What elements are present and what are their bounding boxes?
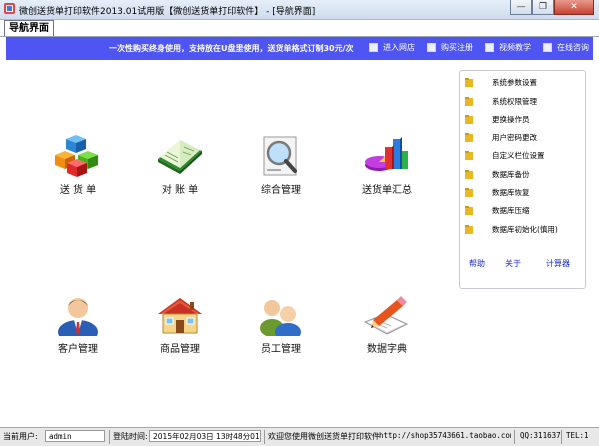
user-value: admin: [45, 430, 105, 442]
nav-label: 对 账 单: [161, 185, 199, 196]
checkbox-icon: [369, 43, 378, 52]
nav-customer-management[interactable]: 客户管理: [33, 294, 123, 355]
staff-icon: [260, 300, 301, 336]
nav-label: 员工管理: [261, 344, 301, 355]
calculator-link[interactable]: 计算器: [546, 258, 570, 269]
setting-custom-columns[interactable]: 自定义栏位设置: [465, 148, 545, 162]
tab-navigation[interactable]: 导航界面: [4, 20, 54, 36]
link-shop[interactable]: 进入网店: [369, 42, 415, 53]
setting-db-backup[interactable]: 数据库备份: [465, 167, 530, 181]
login-time-value: 2015年02月03日 13时48分01秒: [149, 430, 261, 442]
folder-icon: [465, 169, 473, 179]
setting-db-restore[interactable]: 数据库恢复: [465, 185, 530, 199]
shop-url: http://shop35743661.taobao.com: [379, 431, 511, 440]
house-icon: [158, 298, 202, 334]
folder-icon: [465, 96, 473, 106]
login-time-label: 登陆时间:: [113, 432, 148, 441]
tab-bar: 导航界面: [0, 20, 599, 37]
about-link[interactable]: 关于: [505, 258, 521, 269]
restore-button[interactable]: ❐: [532, 0, 554, 15]
phone-number: TEL:1: [566, 431, 589, 440]
setting-change-password[interactable]: 用户密码更改: [465, 130, 537, 144]
status-bar: 当前用户: admin 登陆时间: 2015年02月03日 13时48分01秒 …: [0, 427, 599, 446]
setting-switch-operator[interactable]: 更换操作员: [465, 112, 530, 126]
nav-delivery-summary[interactable]: 送货单汇总: [342, 135, 432, 196]
setting-db-init[interactable]: 数据库初始化(慎用): [465, 222, 558, 236]
folder-icon: [465, 114, 473, 124]
close-button[interactable]: ✕: [554, 0, 594, 15]
folder-icon: [465, 187, 473, 197]
minimize-button[interactable]: —: [510, 0, 532, 15]
checkbox-icon: [427, 43, 436, 52]
qq-number: QQ:311637: [520, 431, 561, 440]
nav-statement[interactable]: 对 账 单: [135, 135, 225, 196]
folder-icon: [465, 150, 473, 160]
folder-icon: [465, 224, 473, 234]
promo-message: 一次性购买终身使用，支持放在U盘里使用，送货单格式订制30元/次: [109, 44, 354, 53]
app-icon: [4, 3, 15, 14]
nav-label: 客户管理: [58, 344, 98, 355]
customer-icon: [58, 298, 98, 336]
settings-panel: 系统参数设置 系统权限管理 更换操作员 用户密码更改 自定义栏位设置 数据库备份…: [459, 70, 586, 289]
user-label: 当前用户:: [3, 432, 38, 441]
nav-label: 商品管理: [160, 344, 200, 355]
folder-icon: [465, 77, 473, 87]
nav-product-management[interactable]: 商品管理: [135, 294, 225, 355]
setting-db-compress[interactable]: 数据库压缩: [465, 203, 530, 217]
nav-general-management[interactable]: 综合管理: [236, 135, 326, 196]
nav-data-dictionary[interactable]: 数据字典: [342, 294, 432, 355]
nav-label: 送货单汇总: [362, 185, 412, 196]
banner-bar: 一次性购买终身使用，支持放在U盘里使用，送货单格式订制30元/次 进入网店 购买…: [6, 37, 593, 60]
nav-staff-management[interactable]: 员工管理: [236, 294, 326, 355]
nav-delivery-note[interactable]: 送 货 单: [33, 135, 123, 196]
open-book-icon: [158, 140, 202, 174]
cubes-icon: [55, 135, 98, 177]
folder-icon: [465, 132, 473, 142]
setting-permissions[interactable]: 系统权限管理: [465, 94, 537, 108]
link-video[interactable]: 视频教学: [485, 42, 531, 53]
welcome-text: 欢迎您使用微创送货单打印软件: [268, 432, 380, 441]
nav-label: 综合管理: [261, 185, 301, 196]
checkbox-icon: [485, 43, 494, 52]
title-bar[interactable]: 微创送货单打印软件2013.01试用版【微创送货单打印软件】 - [导航界面] …: [0, 0, 599, 20]
nav-label: 数据字典: [367, 344, 407, 355]
window-title: 微创送货单打印软件2013.01试用版【微创送货单打印软件】 - [导航界面]: [19, 7, 316, 17]
folder-icon: [465, 205, 473, 215]
setting-system-params[interactable]: 系统参数设置: [465, 75, 537, 89]
link-register[interactable]: 购买注册: [427, 42, 473, 53]
nav-label: 送 货 单: [59, 185, 97, 196]
pencil-icon: [363, 296, 409, 335]
checkbox-icon: [543, 43, 552, 52]
chart-icon: [365, 137, 408, 171]
magnifier-icon: [263, 136, 297, 176]
help-link[interactable]: 帮助: [469, 258, 485, 269]
link-consult[interactable]: 在线咨询: [543, 42, 589, 53]
